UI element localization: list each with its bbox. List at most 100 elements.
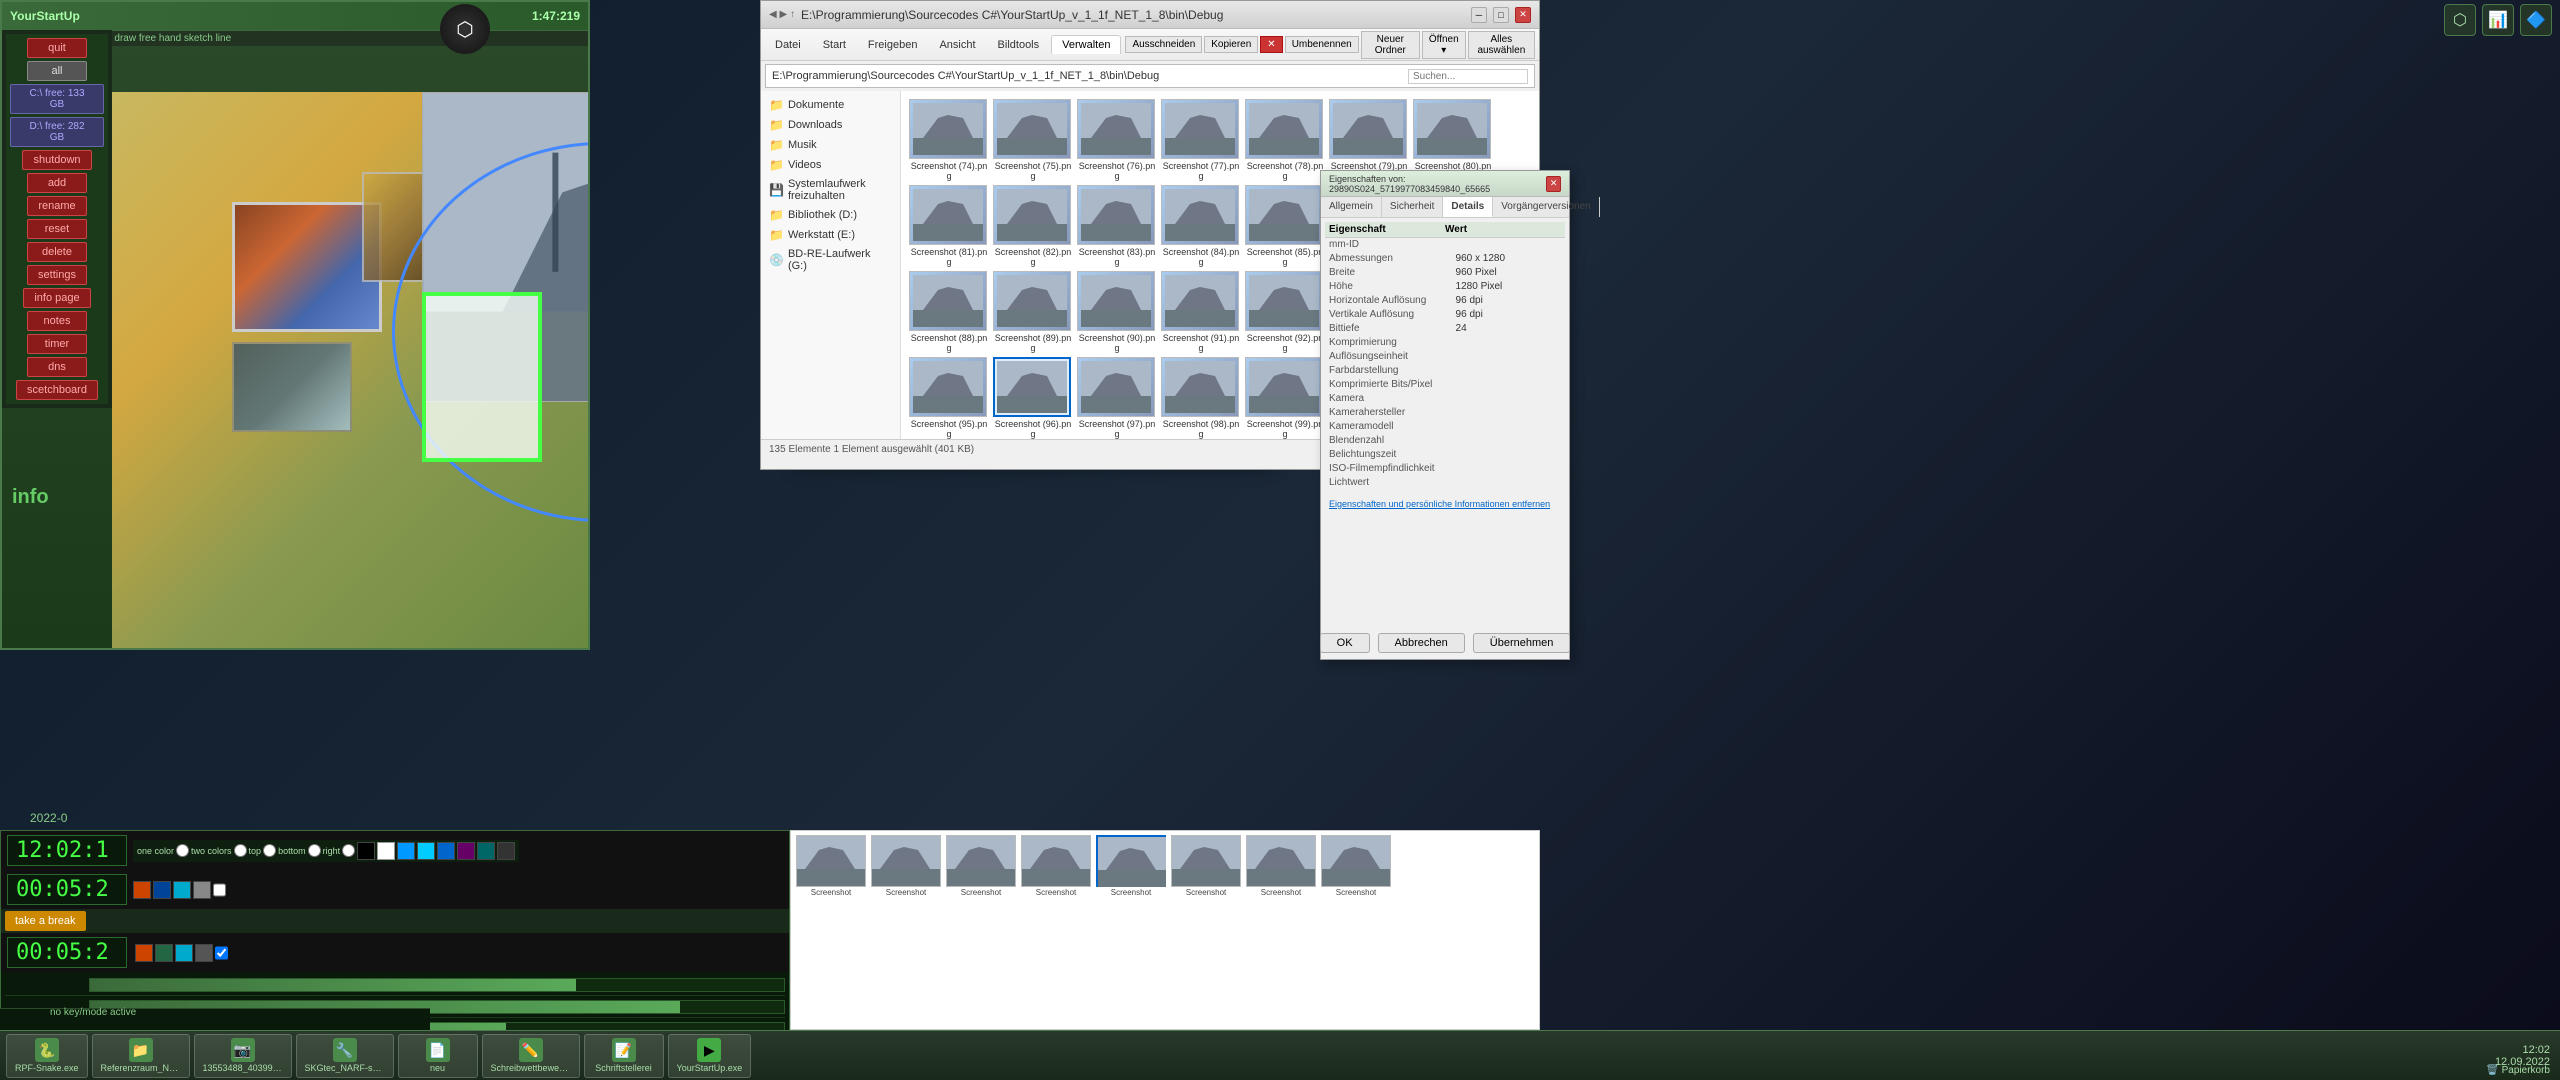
dns-button[interactable]: dns xyxy=(27,357,87,377)
taskbar-item-photo[interactable]: 📷 13553488_4039988... xyxy=(194,1034,292,1078)
screenshot-item[interactable]: Screenshot (89).png xyxy=(993,271,1073,353)
ss-item[interactable]: Screenshot xyxy=(945,835,1017,1025)
add-button[interactable]: add xyxy=(27,173,87,193)
swatch-red-orange[interactable] xyxy=(133,881,151,899)
quit-button[interactable]: quit xyxy=(27,38,87,58)
tab-datei[interactable]: Datei xyxy=(765,36,811,54)
explorer-minimize-btn[interactable]: ─ xyxy=(1471,7,1487,23)
screenshot-item[interactable]: Screenshot (88).png xyxy=(909,271,989,353)
tab-details[interactable]: Details xyxy=(1443,197,1493,217)
screenshot-item[interactable]: Screenshot (84).png xyxy=(1161,185,1241,267)
swatch-white[interactable] xyxy=(377,842,395,860)
d-drive-button[interactable]: D:\ free: 282 GB xyxy=(10,117,104,147)
ss-item[interactable]: Screenshot xyxy=(1170,835,1242,1025)
timeline-track-1[interactable] xyxy=(89,978,785,992)
swatch-black[interactable] xyxy=(357,842,375,860)
taskbar-item-neu[interactable]: 📄 neu xyxy=(398,1034,478,1078)
screenshot-item[interactable]: Screenshot (75).png xyxy=(993,99,1073,181)
taskbar-item-rpf[interactable]: 🐍 RPF-Snake.exe xyxy=(6,1034,88,1078)
screenshot-item[interactable]: Screenshot (82).png xyxy=(993,185,1073,267)
btn-alles-auswaehlen[interactable]: Alles auswählen xyxy=(1468,31,1535,59)
sidebar-item-bibliothek[interactable]: 📁 Bibliothek (D:) xyxy=(761,205,900,225)
sidebar-item-werkstatt[interactable]: 📁 Werkstatt (E:) xyxy=(761,225,900,245)
explorer-maximize-btn[interactable]: □ xyxy=(1493,7,1509,23)
btn-kopieren[interactable]: Kopieren xyxy=(1204,36,1258,53)
tab-ansicht[interactable]: Ansicht xyxy=(929,36,985,54)
screenshot-item[interactable]: Screenshot (81).png xyxy=(909,185,989,267)
screenshot-item[interactable]: Screenshot (98).png xyxy=(1161,357,1241,439)
remove-properties-link[interactable]: Eigenschaften und persönliche Informatio… xyxy=(1329,499,1550,509)
tab-bildtools[interactable]: Bildtools xyxy=(988,36,1050,54)
explorer-close-btn[interactable]: ✕ xyxy=(1515,7,1531,23)
swatch-cyan-2[interactable] xyxy=(175,944,193,962)
search-input[interactable] xyxy=(1408,69,1528,84)
tab-freigeben[interactable]: Freigeben xyxy=(858,36,928,54)
btn-umbenennen[interactable]: Umbenennen xyxy=(1285,36,1359,53)
screenshot-item[interactable]: Screenshot (90).png xyxy=(1077,271,1157,353)
take-a-break-button[interactable]: take a break xyxy=(5,911,86,931)
swatch-navy[interactable] xyxy=(153,881,171,899)
screenshot-item[interactable]: Screenshot (76).png xyxy=(1077,99,1157,181)
btn-ausschneiden[interactable]: Ausschneiden xyxy=(1125,36,1202,53)
swatch-gray[interactable] xyxy=(193,881,211,899)
swatch-purple[interactable] xyxy=(457,842,475,860)
sidebar-item-musik[interactable]: 📁 Musik xyxy=(761,135,900,155)
ss-item[interactable]: Screenshot xyxy=(870,835,942,1025)
corner-icon-1[interactable]: ⬡ xyxy=(2444,4,2476,36)
swatch-lightblue[interactable] xyxy=(173,881,191,899)
sidebar-item-dokumente[interactable]: 📁 Dokumente xyxy=(761,95,900,115)
screenshot-item[interactable]: Screenshot (96).png xyxy=(993,357,1073,439)
right-radio[interactable] xyxy=(342,844,355,857)
ss-item[interactable]: Screenshot xyxy=(1320,835,1392,1025)
one-color-radio[interactable] xyxy=(176,844,189,857)
corner-icon-2[interactable]: 📊 xyxy=(2482,4,2514,36)
rename-button[interactable]: rename xyxy=(27,196,87,216)
scetchboard-button[interactable]: scetchboard xyxy=(16,380,98,400)
screenshot-item[interactable]: Screenshot (77).png xyxy=(1161,99,1241,181)
screenshot-item[interactable]: Screenshot (80).png xyxy=(1413,99,1493,181)
swatch-cyan[interactable] xyxy=(417,842,435,860)
timer-button[interactable]: timer xyxy=(27,334,87,354)
sidebar-item-bd[interactable]: 💿 BD-RE-Laufwerk (G:) xyxy=(761,245,900,275)
notes-button[interactable]: notes xyxy=(27,311,87,331)
screenshot-item[interactable]: Screenshot (83).png xyxy=(1077,185,1157,267)
screenshot-item[interactable]: Screenshot (74).png xyxy=(909,99,989,181)
screenshot-item[interactable]: Screenshot (95).png xyxy=(909,357,989,439)
btn-loeschen[interactable]: ✕ xyxy=(1260,36,1282,53)
check-1[interactable] xyxy=(213,881,226,899)
swatch-gray-2[interactable] xyxy=(195,944,213,962)
swatch-red-2[interactable] xyxy=(135,944,153,962)
swatch-teal[interactable] xyxy=(477,842,495,860)
shutdown-button[interactable]: shutdown xyxy=(22,150,91,170)
settings-button[interactable]: settings xyxy=(27,265,87,285)
btn-oeffnen[interactable]: Öffnen ▾ xyxy=(1422,31,1466,59)
taskbar-item-yourstartup[interactable]: ▶ YourStartUp.exe xyxy=(668,1034,752,1078)
ss-item[interactable]: Screenshot xyxy=(1020,835,1092,1025)
check-2[interactable] xyxy=(215,944,228,962)
info-page-button[interactable]: info page xyxy=(23,288,90,308)
swatch-darkgray[interactable] xyxy=(497,842,515,860)
canvas-area[interactable] xyxy=(112,92,588,648)
ss-item[interactable]: Screenshot xyxy=(795,835,867,1025)
top-radio[interactable] xyxy=(263,844,276,857)
ss-item[interactable]: Screenshot xyxy=(1245,835,1317,1025)
recycle-bin-icon[interactable]: 🗑️ Papierkorb xyxy=(2486,1065,2550,1076)
taskbar-item-schriftstellerei[interactable]: 📝 Schriftstellerei xyxy=(584,1034,664,1078)
tab-start[interactable]: Start xyxy=(813,36,856,54)
swatch-darkblue[interactable] xyxy=(437,842,455,860)
address-bar[interactable]: E:\Programmierung\Sourcecodes C#\YourSta… xyxy=(765,64,1535,88)
dialog-close-btn[interactable]: ✕ xyxy=(1546,176,1561,192)
c-drive-button[interactable]: C:\ free: 133 GB xyxy=(10,84,104,114)
sidebar-item-videos[interactable]: 📁 Videos xyxy=(761,155,900,175)
sidebar-item-downloads[interactable]: 📁 Downloads xyxy=(761,115,900,135)
abbrechen-button[interactable]: Abbrechen xyxy=(1378,633,1465,653)
btn-neuer-ordner[interactable]: Neuer Ordner xyxy=(1361,31,1420,59)
ok-button[interactable]: OK xyxy=(1320,633,1370,653)
uebernehmen-button[interactable]: Übernehmen xyxy=(1473,633,1571,653)
screenshot-item[interactable]: Screenshot (92).png xyxy=(1245,271,1325,353)
screenshot-item[interactable]: Screenshot (85).png xyxy=(1245,185,1325,267)
tab-vorgaengerversionen[interactable]: Vorgängerversionen xyxy=(1493,197,1600,217)
sidebar-item-system[interactable]: 💾 Systemlaufwerk freizuhalten xyxy=(761,175,900,205)
screenshot-item[interactable]: Screenshot (91).png xyxy=(1161,271,1241,353)
taskbar-item-schreibwettbewerb[interactable]: ✏️ Schreibwettbewerb... xyxy=(482,1034,580,1078)
